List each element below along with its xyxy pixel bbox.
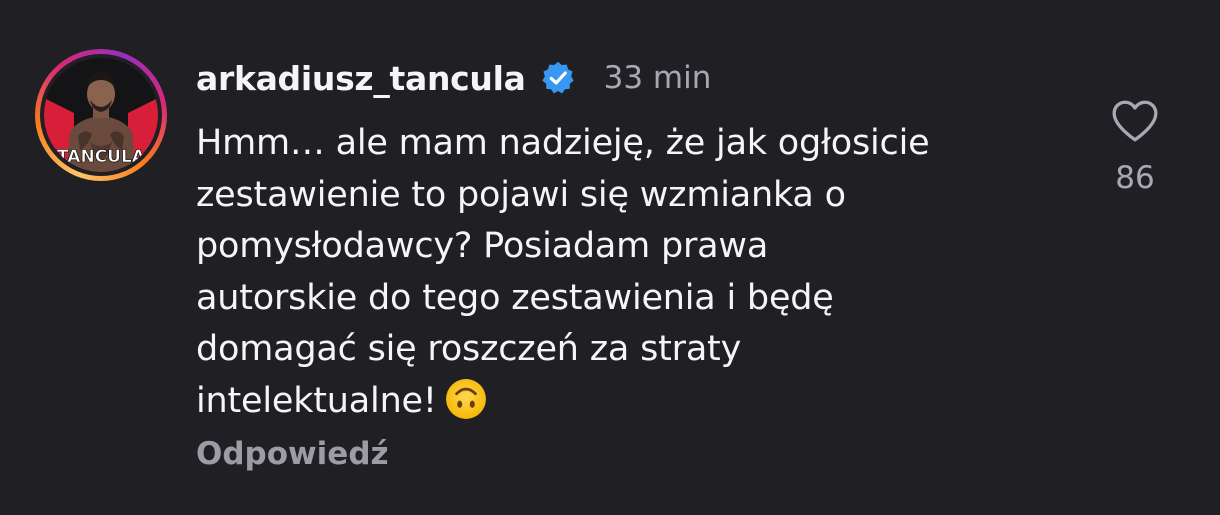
comment-timestamp: 33 min — [603, 60, 712, 96]
comment-text-line: intelektualne! — [196, 380, 437, 421]
comment-header: arkadiusz_tancula 33 min — [196, 55, 711, 101]
username-link[interactable]: arkadiusz_tancula — [196, 59, 526, 98]
comment-text-line: Hmm… ale mam nadzieję, że jak ogłosicie — [196, 123, 930, 163]
comment-text-line: domagać się roszczeń za straty — [196, 329, 742, 369]
comment-text-line: pomysłodawcy? Posiadam prawa — [196, 226, 769, 266]
like-control: 86 — [1105, 98, 1165, 196]
comment-text: Hmm… ale mam nadzieję, że jak ogłosicie … — [196, 118, 1056, 427]
verified-badge-icon — [541, 61, 574, 94]
profile-avatar-image: TANCULA — [44, 58, 158, 172]
comment-text-line: zestawienie to pojawi się wzmianka o — [196, 174, 846, 215]
avatar[interactable]: TANCULA — [35, 49, 167, 181]
comment-text-line: autorskie do tego zestawienia i będę — [196, 277, 834, 318]
reply-button[interactable]: Odpowiedź — [196, 436, 389, 472]
comment: TANCULA arkadiusz_tancula 33 min Hmm… al… — [0, 0, 1220, 515]
upside-down-face-emoji-icon — [445, 378, 486, 419]
heart-icon[interactable] — [1110, 98, 1160, 144]
like-count: 86 — [1115, 160, 1155, 196]
svg-text:TANCULA: TANCULA — [57, 147, 146, 167]
